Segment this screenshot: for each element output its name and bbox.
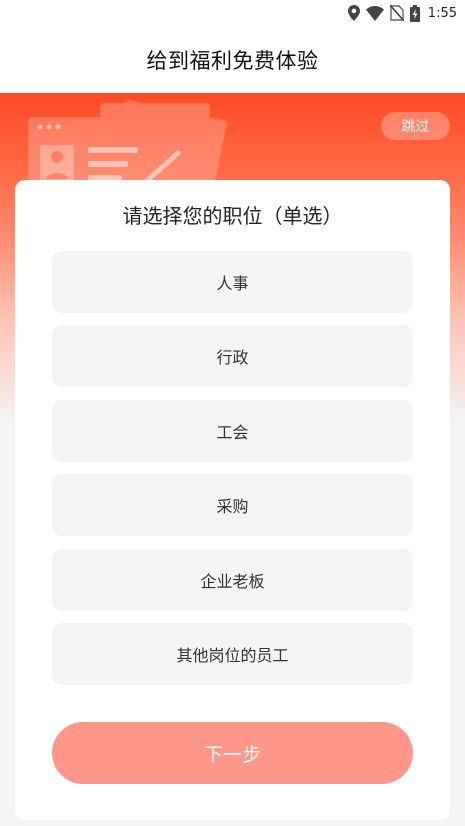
battery-charging-icon — [409, 4, 420, 22]
option-procurement[interactable]: 采购 — [52, 474, 413, 537]
option-union[interactable]: 工会 — [52, 399, 413, 462]
option-hr[interactable]: 人事 — [52, 251, 413, 313]
option-business-owner[interactable]: 企业老板 — [52, 548, 413, 611]
status-time: 1:55 — [427, 5, 457, 21]
next-button[interactable]: 下一步 — [52, 722, 413, 784]
status-icons: 1:55 — [347, 4, 457, 22]
wifi-icon — [365, 5, 384, 21]
status-bar: 1:55 — [0, 0, 465, 26]
position-options: 人事 行政 工会 采购 企业老板 其他岗位的员工 — [52, 251, 413, 697]
title-bar: 给到福利免费体验 — [0, 26, 465, 93]
skip-button[interactable]: 跳过 — [381, 112, 450, 140]
card-title: 请选择您的职位（单选） — [122, 204, 343, 228]
option-other-employee[interactable]: 其他岗位的员工 — [52, 622, 413, 685]
location-icon — [347, 5, 360, 21]
option-admin[interactable]: 行政 — [52, 325, 413, 388]
position-selection-card: 请选择您的职位（单选） 人事 行政 工会 采购 企业老板 其他岗位的员工 下一步 — [15, 180, 450, 820]
page-title: 给到福利免费体验 — [146, 48, 319, 73]
no-sim-icon — [389, 5, 404, 21]
